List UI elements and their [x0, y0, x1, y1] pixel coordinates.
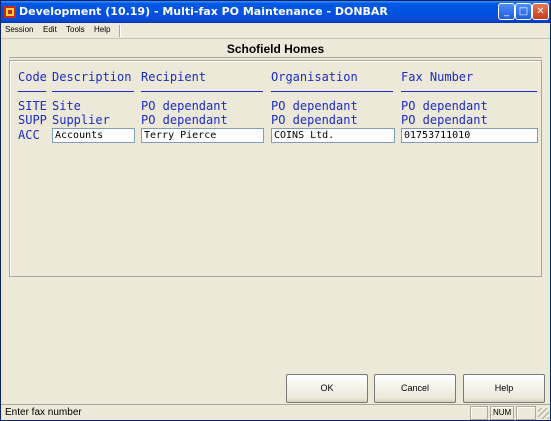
organisation-input[interactable]: COINS Ltd. [271, 128, 395, 143]
maximize-button[interactable]: □ [515, 3, 532, 20]
help-button[interactable]: Help [463, 374, 545, 403]
status-cell-extra [516, 406, 536, 420]
row-site-fax: PO dependant [401, 99, 488, 113]
heading-bar: Schofield Homes [9, 40, 542, 58]
row-acc-code: ACC [18, 128, 40, 142]
row-supp-organisation: PO dependant [271, 113, 358, 127]
menu-session[interactable]: Session [5, 25, 33, 34]
header-underline-code [18, 91, 46, 92]
menu-tools[interactable]: Tools [66, 25, 85, 34]
header-underline-description [52, 91, 134, 92]
column-header-fax: Fax Number [401, 70, 474, 84]
title-bar[interactable]: Development (10.19) - Multi-fax PO Maint… [1, 1, 550, 23]
row-site-code: SITE [18, 99, 47, 113]
header-underline-recipient [141, 91, 263, 92]
description-input[interactable]: Accounts [52, 128, 135, 143]
minimize-button[interactable]: _ [498, 3, 515, 20]
app-icon [4, 6, 16, 18]
column-header-code: Code [18, 70, 47, 84]
row-supp-code: SUPP [18, 113, 47, 127]
fax-number-input[interactable]: 01753711010 [401, 128, 538, 143]
resize-grip-icon[interactable] [538, 408, 549, 419]
row-site-organisation: PO dependant [271, 99, 358, 113]
fax-table-panel: Code Description Recipient Organisation … [9, 60, 542, 277]
application-window: Development (10.19) - Multi-fax PO Maint… [0, 0, 551, 421]
header-underline-fax [401, 91, 537, 92]
status-bar: Enter fax number NUM [1, 404, 550, 420]
recipient-input[interactable]: Terry Pierce [141, 128, 264, 143]
row-supp-description: Supplier [52, 113, 110, 127]
menu-edit[interactable]: Edit [43, 25, 57, 34]
num-lock-indicator: NUM [490, 406, 514, 420]
status-cell-empty [470, 406, 488, 420]
column-header-recipient: Recipient [141, 70, 207, 84]
window-title: Development (10.19) - Multi-fax PO Maint… [19, 5, 388, 18]
menu-bar: Session Edit Tools Help [1, 23, 550, 39]
column-header-organisation: Organisation [271, 70, 358, 84]
menu-help[interactable]: Help [94, 25, 110, 34]
header-underline-organisation [271, 91, 393, 92]
row-site-recipient: PO dependant [141, 99, 228, 113]
row-site-description: Site [52, 99, 81, 113]
cancel-button[interactable]: Cancel [374, 374, 456, 403]
menu-separator [119, 25, 121, 37]
status-message: Enter fax number [5, 407, 82, 418]
close-button[interactable]: ✕ [532, 3, 549, 20]
row-supp-fax: PO dependant [401, 113, 488, 127]
ok-button[interactable]: OK [286, 374, 368, 403]
column-header-description: Description [52, 70, 132, 84]
page-title: Schofield Homes [226, 42, 325, 56]
row-supp-recipient: PO dependant [141, 113, 228, 127]
